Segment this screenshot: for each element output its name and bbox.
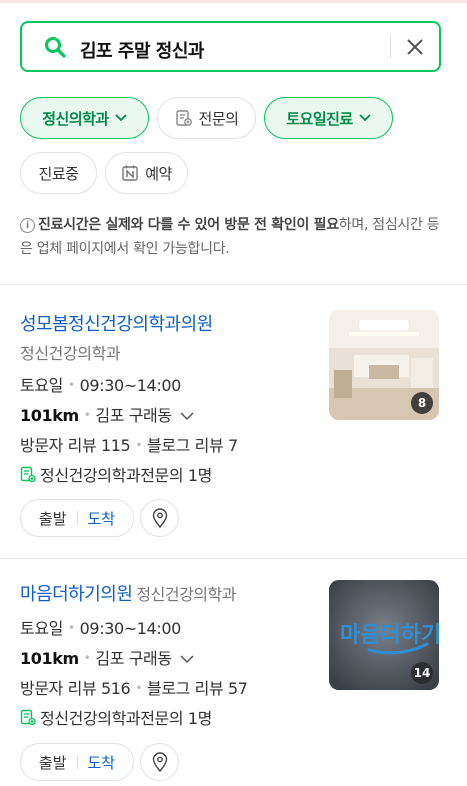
hours-time: 09:30~14:00 bbox=[79, 619, 182, 638]
blog-reviews[interactable]: 블로그 리뷰 7 bbox=[147, 436, 238, 455]
address: 김포 구래동 bbox=[95, 406, 172, 425]
distance: 101km bbox=[20, 649, 79, 668]
address: 김포 구래동 bbox=[95, 649, 172, 668]
place-name-link[interactable]: 마음더하기의원 bbox=[20, 584, 133, 605]
notice-bold: 진료시간은 실제와 다를 수 있어 방문 전 확인이 필요 bbox=[38, 217, 339, 233]
place-name-link[interactable]: 성모봄정신건강의학과의원 bbox=[20, 310, 213, 336]
search-query[interactable]: 김포 주말 정신과 bbox=[80, 37, 204, 63]
result-divider bbox=[0, 558, 467, 559]
visitor-reviews[interactable]: 방문자 리뷰 115 bbox=[20, 436, 131, 455]
photo-count-badge: 8 bbox=[411, 392, 433, 414]
specialist-count: 정신건강의학과전문의 1명 bbox=[40, 466, 212, 485]
hours-notice: i 진료시간은 실제와 다를 수 있어 방문 전 확인이 필요하며, 점심시간 등… bbox=[20, 213, 445, 261]
depart-button[interactable]: 출발 bbox=[39, 508, 67, 529]
place-name-row: 마음더하기의원 정신건강의학과 bbox=[20, 580, 236, 606]
map-pin-icon bbox=[152, 508, 167, 528]
hours-day: 토요일 bbox=[20, 376, 63, 395]
chevron-down-icon bbox=[359, 114, 371, 122]
depart-button[interactable]: 출발 bbox=[39, 752, 67, 773]
place-photo[interactable]: 8 bbox=[329, 310, 439, 420]
top-edge bbox=[0, 0, 467, 3]
visitor-reviews[interactable]: 방문자 리뷰 516 bbox=[20, 679, 131, 698]
close-icon[interactable] bbox=[405, 37, 425, 57]
doctor-badge-icon bbox=[20, 466, 36, 482]
filter-department[interactable]: 정신의학과 bbox=[20, 97, 149, 139]
business-hours: 토요일 • 09:30~14:00 bbox=[20, 376, 182, 395]
section-divider bbox=[0, 284, 467, 285]
filter-label: 예약 bbox=[145, 164, 172, 183]
search-icon bbox=[45, 37, 66, 58]
filter-specialist[interactable]: 전문의 bbox=[157, 97, 256, 139]
filter-open-now[interactable]: 진료중 bbox=[20, 152, 97, 194]
chevron-down-icon bbox=[180, 655, 194, 664]
business-hours: 토요일 • 09:30~14:00 bbox=[20, 619, 182, 638]
specialist-info: 정신건강의학과전문의 1명 bbox=[20, 705, 212, 729]
filter-label: 전문의 bbox=[198, 109, 239, 128]
specialist-info: 정신건강의학과전문의 1명 bbox=[20, 462, 212, 486]
place-location[interactable]: 101km • 김포 구래동 bbox=[20, 645, 194, 669]
place-location[interactable]: 101km • 김포 구래동 bbox=[20, 402, 194, 426]
filter-label: 토요일진료 bbox=[286, 109, 353, 128]
specialist-count: 정신건강의학과전문의 1명 bbox=[40, 709, 212, 728]
search-bar[interactable]: 김포 주말 정신과 bbox=[20, 21, 441, 72]
filter-label: 정신의학과 bbox=[42, 109, 109, 128]
doctor-badge-icon bbox=[175, 110, 192, 126]
chevron-down-icon bbox=[115, 114, 127, 122]
place-category: 정신건강의학과 bbox=[20, 344, 121, 363]
arrive-button[interactable]: 도착 bbox=[88, 752, 116, 773]
hours-day: 토요일 bbox=[20, 619, 63, 638]
place-photo[interactable]: 마음더하기 14 bbox=[329, 580, 439, 690]
directions-button[interactable]: 출발 도착 bbox=[20, 743, 134, 781]
filter-saturday[interactable]: 토요일진료 bbox=[264, 97, 393, 139]
map-pin-button[interactable] bbox=[140, 499, 179, 537]
place-category: 정신건강의학과 bbox=[136, 585, 236, 604]
blog-reviews[interactable]: 블로그 리뷰 57 bbox=[147, 679, 248, 698]
map-pin-button[interactable] bbox=[140, 743, 179, 781]
photo-count-badge: 14 bbox=[411, 662, 433, 684]
filter-label: 진료중 bbox=[38, 164, 79, 183]
distance: 101km bbox=[20, 406, 79, 425]
arrive-button[interactable]: 도착 bbox=[88, 508, 116, 529]
chevron-down-icon bbox=[180, 412, 194, 421]
hours-time: 09:30~14:00 bbox=[79, 376, 182, 395]
filter-booking[interactable]: 예약 bbox=[105, 152, 188, 194]
review-counts: 방문자 리뷰 516 • 블로그 리뷰 57 bbox=[20, 679, 248, 698]
review-counts: 방문자 리뷰 115 • 블로그 리뷰 7 bbox=[20, 436, 238, 455]
info-icon: i bbox=[20, 218, 35, 233]
doctor-badge-icon bbox=[20, 709, 36, 725]
map-pin-icon bbox=[152, 752, 167, 772]
naver-booking-icon bbox=[122, 165, 138, 181]
directions-button[interactable]: 출발 도착 bbox=[20, 499, 134, 537]
search-divider bbox=[390, 36, 391, 58]
